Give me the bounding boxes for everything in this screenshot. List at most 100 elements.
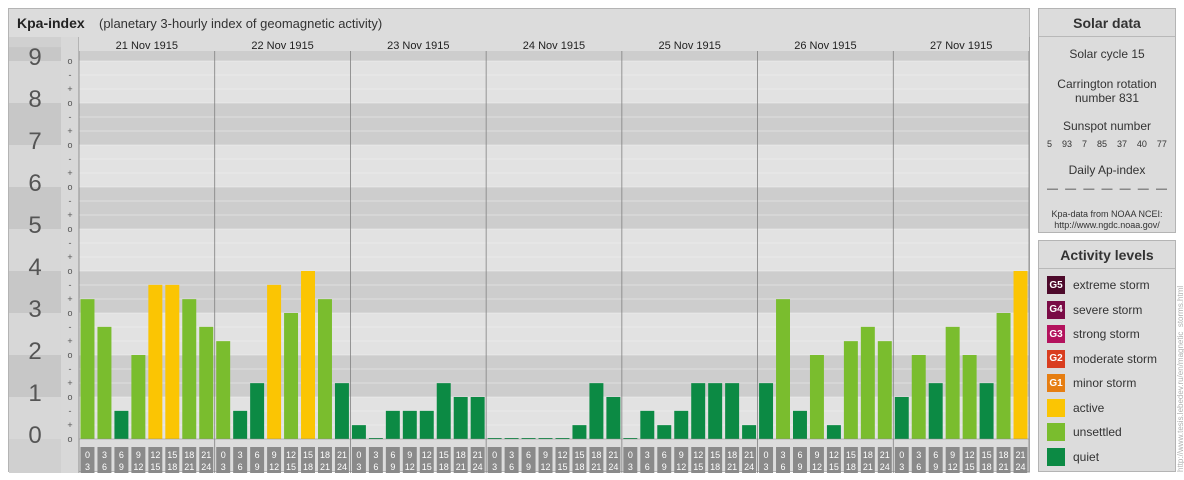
- y-tick-label: 4: [28, 254, 41, 281]
- y-subtick-label: -: [69, 154, 72, 164]
- legend-label: unsettled: [1073, 425, 1122, 439]
- y-subtick-label: -: [69, 364, 72, 374]
- sunspot-value: 7: [1081, 139, 1087, 149]
- interval-end-label: 12: [269, 462, 279, 472]
- interval-end-label: 24: [473, 462, 483, 472]
- date-label: 25 Nov 1915: [659, 40, 721, 52]
- ap-value: —: [1065, 183, 1077, 195]
- sunspot-value: 85: [1096, 139, 1107, 149]
- interval-end-label: 21: [863, 462, 873, 472]
- interval-start-label: 21: [1016, 450, 1026, 460]
- sunspot-value: 5: [1047, 139, 1053, 149]
- ap-value: —: [1137, 183, 1149, 195]
- interval-end-label: 9: [797, 462, 802, 472]
- kp-bar: [182, 299, 197, 439]
- y-subtick-label: o: [67, 434, 72, 444]
- interval-end-label: 15: [829, 462, 839, 472]
- interval-start-label: 15: [710, 450, 720, 460]
- kp-bar: [80, 299, 95, 439]
- ap-index-values: — — — — — — —: [1039, 183, 1175, 195]
- interval-start-label: 12: [557, 450, 567, 460]
- kp-bar: [385, 410, 400, 439]
- interval-start-label: 12: [150, 450, 160, 460]
- interval-start-label: 12: [829, 450, 839, 460]
- y-subtick-label: +: [67, 378, 72, 388]
- date-label: 22 Nov 1915: [251, 40, 313, 52]
- interval-start-label: 18: [591, 450, 601, 460]
- kp-bar: [250, 383, 265, 439]
- interval-end-label: 15: [693, 462, 703, 472]
- sunspot-value: 37: [1116, 139, 1127, 149]
- interval-start-label: 3: [102, 450, 107, 460]
- interval-end-label: 21: [184, 462, 194, 472]
- interval-end-label: 3: [899, 462, 904, 472]
- interval-start-label: 0: [221, 450, 226, 460]
- y-subtick-label: -: [69, 70, 72, 80]
- interval-end-label: 12: [812, 462, 822, 472]
- kp-bar: [793, 410, 807, 439]
- interval-end-label: 6: [102, 462, 107, 472]
- kp-bar: [216, 341, 231, 439]
- interval-start-label: 6: [390, 450, 395, 460]
- y-subtick-label: -: [69, 196, 72, 206]
- interval-end-label: 24: [1016, 462, 1026, 472]
- interval-start-label: 9: [950, 450, 955, 460]
- y-subtick-label: o: [67, 266, 72, 276]
- interval-end-label: 12: [405, 462, 415, 472]
- kp-bar: [894, 397, 909, 439]
- y-subtick-label: -: [69, 322, 72, 332]
- y-subtick-label: -: [69, 406, 72, 416]
- interval-end-label: 9: [933, 462, 938, 472]
- interval-end-label: 6: [238, 462, 243, 472]
- interval-start-label: 0: [764, 450, 769, 460]
- kp-bar: [334, 383, 349, 439]
- date-label: 24 Nov 1915: [523, 40, 585, 52]
- legend-swatch: [1047, 423, 1065, 441]
- interval-end-label: 15: [150, 462, 160, 472]
- y-subtick-label: -: [69, 238, 72, 248]
- interval-end-label: 21: [320, 462, 330, 472]
- legend-label: active: [1073, 400, 1105, 415]
- sunspot-title: Sunspot number: [1062, 119, 1152, 133]
- interval-end-label: 21: [727, 462, 737, 472]
- interval-start-label: 9: [272, 450, 277, 460]
- interval-start-label: 18: [999, 450, 1009, 460]
- kp-bar: [860, 326, 875, 439]
- interval-start-label: 12: [965, 450, 975, 460]
- kp-bar: [928, 383, 943, 439]
- interval-end-label: 18: [982, 462, 992, 472]
- interval-start-label: 15: [846, 450, 856, 460]
- interval-end-label: 15: [557, 462, 567, 472]
- kp-bar: [453, 397, 468, 439]
- kp-bar: [267, 284, 282, 439]
- legend-label: minor storm: [1073, 376, 1137, 390]
- kp-bar: [725, 383, 740, 439]
- kp-bar: [911, 355, 926, 439]
- solar-cycle: Solar cycle 15: [1069, 47, 1145, 61]
- grid-band: [79, 229, 1029, 271]
- interval-start-label: 6: [119, 450, 124, 460]
- site-credit-text[interactable]: http://www.tesis.lebedev.ru/en/magnetic_…: [1176, 286, 1184, 472]
- kp-bar: [962, 355, 977, 439]
- legend-item: G3 strong storm: [1047, 324, 1140, 344]
- y-tick-label: 1: [28, 380, 41, 407]
- kp-bar: [979, 383, 994, 439]
- interval-start-label: 21: [473, 450, 483, 460]
- y-subtick-label: +: [67, 84, 72, 94]
- interval-start-label: 21: [201, 450, 211, 460]
- interval-end-label: 3: [628, 462, 633, 472]
- interval-start-label: 15: [574, 450, 584, 460]
- sunspot-values: 5 93 7 85 37 40 77: [1039, 139, 1175, 149]
- data-source-link[interactable]: http://www.ngdc.noaa.gov/: [1039, 220, 1175, 231]
- interval-start-label: 21: [744, 450, 754, 460]
- kp-bar: [742, 425, 757, 439]
- y-subtick-label: +: [67, 252, 72, 262]
- interval-start-label: 12: [693, 450, 703, 460]
- interval-start-label: 9: [814, 450, 819, 460]
- kp-bar: [589, 383, 604, 439]
- kp-bar: [284, 313, 299, 439]
- interval-end-label: 9: [119, 462, 124, 472]
- y-subtick-label: -: [69, 112, 72, 122]
- interval-end-label: 24: [608, 462, 618, 472]
- legend-item: unsettled: [1047, 422, 1122, 442]
